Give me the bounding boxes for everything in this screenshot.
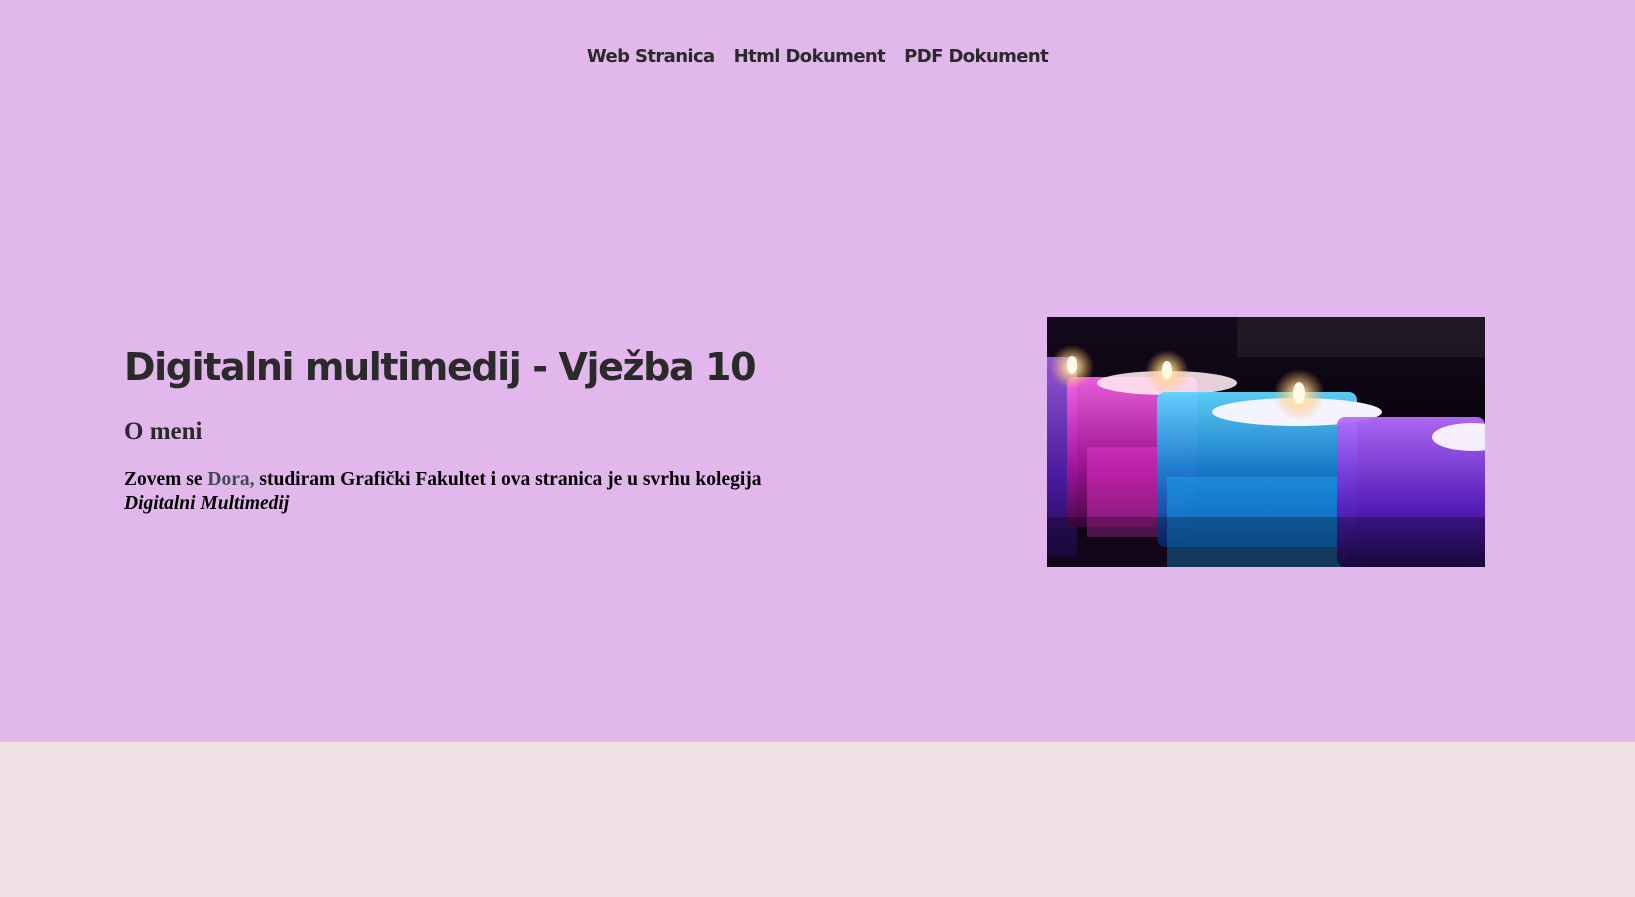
hero-section: Web Stranica Html Dokument PDF Dokument … [0, 0, 1635, 742]
intro-paragraph: Zovem se Dora, studiram Grafički Fakulte… [124, 468, 824, 516]
page-title: Digitalni multimedij - Vježba 10 [124, 345, 757, 389]
candles-photo [1047, 317, 1485, 567]
intro-prefix: Zovem se [124, 469, 208, 490]
intro-course: Digitalni Multimedij [124, 493, 290, 514]
nav-link-pdf-dokument[interactable]: PDF Dokument [904, 46, 1049, 67]
nav-link-web-stranica[interactable]: Web Stranica [587, 46, 715, 67]
section-subtitle: O meni [124, 418, 203, 445]
nav-link-html-dokument[interactable]: Html Dokument [734, 46, 886, 67]
intro-middle: studiram Grafički Fakultet i ova stranic… [254, 469, 762, 490]
top-nav: Web Stranica Html Dokument PDF Dokument [0, 46, 1635, 67]
intro-name: Dora, [207, 469, 255, 490]
